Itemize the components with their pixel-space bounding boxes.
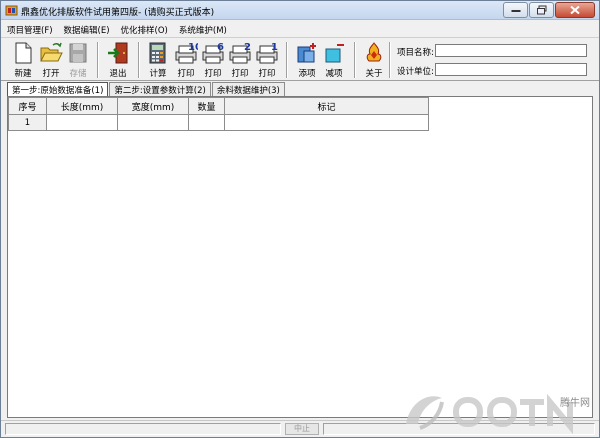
printer-icon: 10	[175, 42, 198, 64]
save-icon	[69, 43, 87, 63]
close-icon	[570, 5, 580, 15]
remove-row-icon	[325, 44, 344, 63]
tab-step2[interactable]: 第二步:设置参数计算(2)	[109, 82, 211, 96]
exit-label: 退出	[109, 69, 127, 79]
about-label: 关于	[365, 69, 383, 79]
printer-icon: 1	[256, 42, 278, 64]
toolbar-separator	[138, 42, 140, 78]
about-info-icon	[366, 42, 382, 62]
length-cell[interactable]	[46, 114, 118, 131]
maximize-button[interactable]	[529, 2, 554, 18]
tab-offcut[interactable]: 余料数据维护(3)	[211, 82, 285, 96]
exit-button[interactable]: 退出	[105, 40, 131, 80]
window-controls	[502, 2, 595, 18]
calculator-icon	[149, 42, 166, 64]
step-tabs: 第一步:原始数据准备(1) 第二步:设置参数计算(2) 余料数据维护(3)	[7, 82, 286, 96]
qqtn-watermark-logo	[406, 393, 573, 434]
svg-text:10: 10	[188, 42, 198, 53]
remove-item-label: 减项	[325, 69, 343, 79]
width-cell[interactable]	[117, 114, 189, 131]
menu-project[interactable]: 项目管理(F)	[1, 21, 58, 37]
app-window: 鼎鑫优化排版软件试用第四版- (请购买正式版本) 项目管理(F) 数据编辑(E)…	[0, 0, 600, 438]
svg-text:6: 6	[217, 42, 224, 53]
grid-header-row: 序号 长度(mm) 宽度(mm) 数量 标记	[8, 97, 429, 115]
printer-icon: 2	[229, 42, 251, 64]
watermark-site-name: 腾牛网	[560, 398, 590, 409]
menu-system[interactable]: 系统维护(M)	[173, 21, 232, 37]
tab-step1[interactable]: 第一步:原始数据准备(1)	[7, 82, 109, 96]
col-quantity[interactable]: 数量	[188, 97, 225, 115]
print-1-button[interactable]: 1 打印	[254, 40, 280, 80]
print-1-label: 打印	[258, 69, 276, 79]
save-label: 存储	[69, 69, 87, 79]
svg-text:2: 2	[244, 42, 251, 53]
toolbar: 新建 打开 存储 退出 计算 1 打印 6 打印 2 打印 1 打印 添项 减项…	[1, 37, 599, 81]
about-button[interactable]: 关于	[361, 40, 387, 80]
exit-door-icon	[108, 42, 128, 64]
toolbar-separator	[354, 42, 356, 78]
toolbar-separator	[389, 42, 391, 78]
menu-optimize[interactable]: 优化排样(O)	[115, 21, 173, 37]
toolbar-separator	[97, 42, 99, 78]
toolbar-separator	[286, 42, 288, 78]
add-row-icon	[297, 43, 316, 63]
stop-button[interactable]: 中止	[285, 423, 319, 435]
menu-bar: 项目管理(F) 数据编辑(E) 优化排样(O) 系统维护(M)	[1, 21, 599, 37]
col-width[interactable]: 宽度(mm)	[117, 97, 189, 115]
design-unit-input[interactable]	[435, 63, 587, 76]
minimize-icon	[511, 10, 520, 12]
status-panel	[5, 423, 281, 435]
menu-edit[interactable]: 数据编辑(E)	[58, 21, 115, 37]
col-length[interactable]: 长度(mm)	[46, 97, 118, 115]
quantity-cell[interactable]	[188, 114, 225, 131]
project-name-label: 项目名称:	[397, 48, 434, 58]
parts-table: 序号 长度(mm) 宽度(mm) 数量 标记 1	[8, 97, 429, 131]
save-button[interactable]: 存储	[65, 40, 91, 80]
new-button[interactable]: 新建	[10, 40, 36, 80]
svg-text:1: 1	[271, 42, 278, 53]
restore-icon	[536, 5, 546, 15]
remove-item-button[interactable]: 减项	[321, 40, 347, 80]
title-bar: 鼎鑫优化排版软件试用第四版- (请购买正式版本)	[1, 1, 599, 20]
table-row: 1	[8, 114, 429, 131]
close-button[interactable]	[555, 2, 595, 18]
open-folder-icon	[40, 42, 63, 62]
data-grid[interactable]: 序号 长度(mm) 宽度(mm) 数量 标记 1	[7, 96, 593, 418]
minimize-button[interactable]	[503, 2, 528, 18]
app-icon	[5, 5, 18, 16]
design-unit-label: 设计单位:	[397, 67, 434, 77]
calc-button[interactable]: 计算	[145, 40, 171, 80]
window-title: 鼎鑫优化排版软件试用第四版- (请购买正式版本)	[21, 8, 215, 18]
new-file-icon	[15, 42, 32, 64]
row-index-cell: 1	[8, 114, 47, 131]
printer-icon: 6	[202, 42, 224, 64]
col-mark[interactable]: 标记	[224, 97, 429, 115]
col-index[interactable]: 序号	[8, 97, 47, 115]
project-name-input[interactable]	[435, 44, 587, 57]
mark-cell[interactable]	[224, 114, 429, 131]
